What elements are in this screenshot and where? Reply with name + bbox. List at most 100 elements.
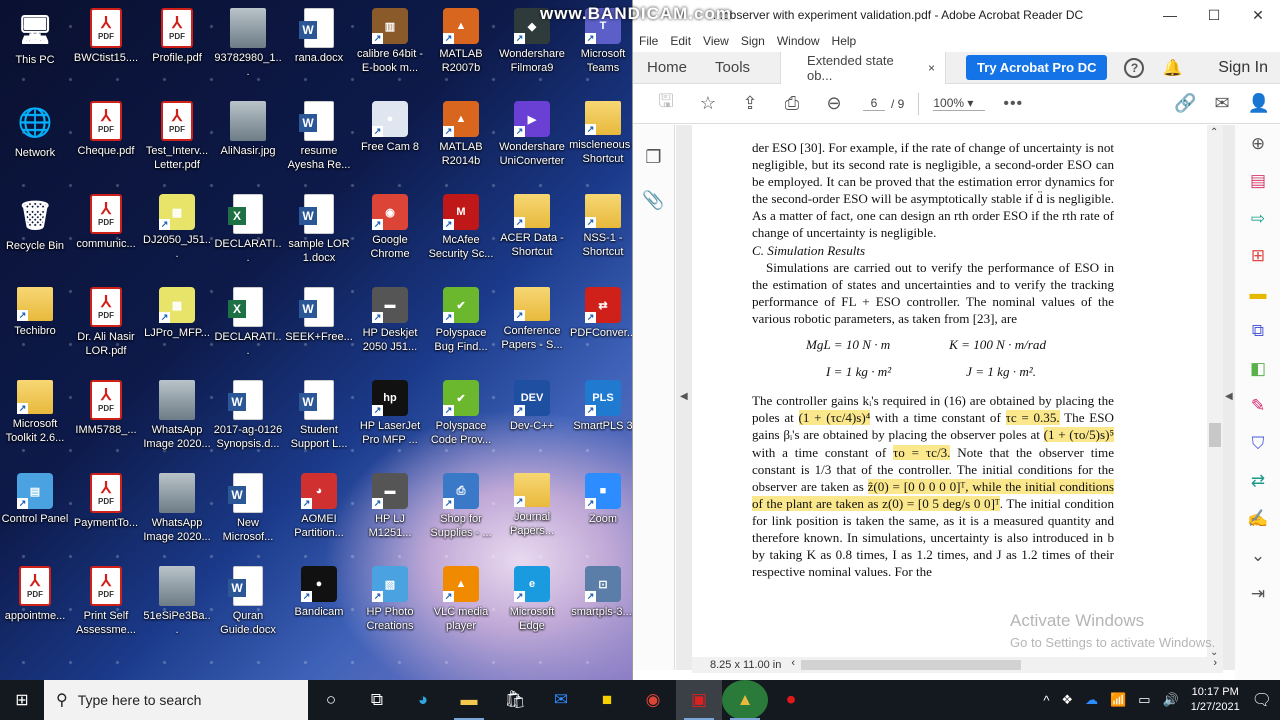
desktop-icon[interactable]: Conference Papers - S... (497, 285, 567, 378)
desktop-icon[interactable]: Journal Papers... (497, 471, 567, 564)
minimize-button[interactable]: — (1148, 0, 1192, 30)
desktop-icon[interactable]: ⅄ PDF Dr. Ali Nasir LOR.pdf (71, 285, 141, 378)
desktop-icon[interactable]: WhatsApp Image 2020... (142, 378, 212, 471)
desktop-icon[interactable]: NSS-1 - Shortcut (568, 192, 632, 285)
desktop-icon[interactable]: SEEK+Free... (284, 285, 354, 378)
collapse-pane-icon[interactable]: ⇥ (1235, 575, 1280, 613)
zoom-tool-icon[interactable]: ⊕ (1235, 125, 1280, 163)
notification-bell-icon[interactable]: 🔔 (1162, 58, 1182, 78)
organize-pages-icon[interactable]: ▤ (1235, 163, 1280, 201)
help-icon[interactable]: ? (1124, 57, 1145, 78)
tab-home[interactable]: Home (633, 59, 701, 76)
desktop-icon[interactable]: ▤ Control Panel (0, 471, 70, 564)
sticky-notes-icon[interactable]: ■ (584, 680, 630, 720)
volume-icon[interactable]: 🔊 (1163, 692, 1179, 708)
highlighted-text[interactable]: (1 + (τo/5)s)⁵ (1043, 427, 1115, 443)
scroll-thumb[interactable] (1209, 423, 1221, 447)
desktop-icon[interactable]: rana.docx (284, 6, 354, 99)
desktop-icon[interactable]: sample LOR 1.docx (284, 192, 354, 285)
highlighted-text[interactable]: (1 + (τc/4)s)⁴ (798, 410, 871, 426)
desktop-icon[interactable]: ⅄ PDF Test_Interv... Letter.pdf (142, 99, 212, 192)
close-tab-icon[interactable]: × (928, 61, 935, 75)
desktop-icon[interactable]: ACER Data - Shortcut (497, 192, 567, 285)
desktop-icon[interactable]: DEV Dev-C++ (497, 378, 567, 471)
action-center-icon[interactable]: 🗨 (1252, 690, 1272, 710)
desktop-icon[interactable]: ◉ Google Chrome (355, 192, 425, 285)
desktop-icon[interactable]: ✔ Polyspace Bug Find... (426, 285, 496, 378)
desktop-icon[interactable]: resume Ayesha Re... (284, 99, 354, 192)
desktop-icon[interactable]: Microsoft Toolkit 2.6... (0, 378, 70, 471)
desktop-icon[interactable]: ⇄ PDFConver... (568, 285, 632, 378)
desktop-icon[interactable]: 🌐 Network (0, 99, 70, 192)
desktop-icon[interactable]: ⅄ PDF Profile.pdf (142, 6, 212, 99)
save-icon[interactable]: 🖫 (645, 89, 687, 119)
menu-window[interactable]: Window (777, 34, 820, 48)
desktop-icon[interactable]: 🗑 Recycle Bin (0, 192, 70, 285)
desktop-icon[interactable]: ▬ HP LJ M1251... (355, 471, 425, 564)
horizontal-scroll-thumb[interactable] (801, 660, 1022, 670)
desktop-icon[interactable]: ⅄ PDF appointme... (0, 564, 70, 657)
export-pdf-icon[interactable]: ⇨ (1235, 200, 1280, 238)
desktop-icon[interactable]: ✔ Polyspace Code Prov... (426, 378, 496, 471)
desktop-icon[interactable]: Student Support L... (284, 378, 354, 471)
desktop-icon[interactable]: hp HP LaserJet Pro MFP ... (355, 378, 425, 471)
battery-icon[interactable]: ▭ (1138, 692, 1150, 708)
current-page-input[interactable]: 6 (863, 96, 885, 111)
mail-icon[interactable]: ✉ (538, 680, 584, 720)
send-review-icon[interactable]: ⇄ (1235, 463, 1280, 501)
more-tools-chevron-icon[interactable]: ⌄ (1235, 538, 1280, 576)
onedrive-cloud-icon[interactable]: ☁ (1085, 692, 1098, 708)
scroll-left-icon[interactable]: ‹ (791, 657, 795, 669)
show-hidden-icons-chevron[interactable]: ^ (1043, 693, 1049, 708)
menu-file[interactable]: File (639, 34, 658, 48)
desktop-icon[interactable]: ⎙ Shop for Supplies - ... (426, 471, 496, 564)
desktop-icon[interactable]: ▬ HP Deskjet 2050 J51... (355, 285, 425, 378)
file-explorer-icon[interactable]: ▬ (446, 680, 492, 720)
highlighted-text[interactable]: τc = 0.35. (1005, 410, 1060, 426)
clock[interactable]: 10:17 PM 1/27/2021 (1191, 685, 1240, 715)
desktop-icon[interactable]: e Microsoft Edge (497, 564, 567, 657)
scroll-up-icon[interactable]: ⌃ (1210, 127, 1218, 138)
desktop-icon[interactable]: ■ Zoom (568, 471, 632, 564)
more-options-icon[interactable]: ••• (1003, 95, 1023, 113)
desktop-icon[interactable]: ▦ DJ2050_J51... (142, 192, 212, 285)
attachments-paperclip-icon[interactable]: 📎 (633, 190, 674, 211)
add-user-icon[interactable]: 👤 (1248, 93, 1270, 114)
task-view-icon[interactable]: ⧉ (354, 680, 400, 720)
protect-shield-icon[interactable]: ⛉ (1235, 425, 1280, 463)
desktop-icon[interactable]: M McAfee Security Sc... (426, 192, 496, 285)
desktop-icon[interactable]: ⅄ PDF communic... (71, 192, 141, 285)
desktop-icon[interactable]: WhatsApp Image 2020... (142, 471, 212, 564)
share-link-icon[interactable]: 🔗 (1174, 93, 1196, 114)
desktop-icon[interactable]: 51eSiPe3Ba... (142, 564, 212, 657)
zoom-level-select[interactable]: 100% ▾ (933, 96, 986, 111)
scroll-right-icon[interactable]: › (1213, 657, 1217, 669)
tab-tools[interactable]: Tools (701, 59, 764, 76)
vertical-scrollbar[interactable]: ⌃ ⌄ (1207, 125, 1223, 660)
bookmark-star-icon[interactable]: ☆ (687, 93, 729, 114)
close-button[interactable]: ✕ (1236, 0, 1280, 30)
desktop-icon[interactable]: AliNasir.jpg (213, 99, 283, 192)
comment-icon[interactable]: ▬ (1235, 275, 1280, 313)
desktop-icon[interactable]: Techibro (0, 285, 70, 378)
desktop-icon[interactable]: ⊡ smartpls-3.... (568, 564, 632, 657)
desktop-icon[interactable]: ▦ LJPro_MFP... (142, 285, 212, 378)
wifi-icon[interactable]: 📶 (1110, 692, 1126, 708)
desktop-icon[interactable]: ▲ MATLAB R2007b (426, 6, 496, 99)
desktop-icon[interactable]: ● Bandicam (284, 564, 354, 657)
menu-sign[interactable]: Sign (741, 34, 765, 48)
desktop-icon[interactable]: 93782980_1... (213, 6, 283, 99)
desktop-icon[interactable]: ▧ HP Photo Creations (355, 564, 425, 657)
tab-document[interactable]: Extended state ob... × (780, 51, 947, 84)
desktop-icon[interactable]: ▶ Wondershare UniConverter (497, 99, 567, 192)
desktop-icon[interactable]: PLS SmartPLS 3 (568, 378, 632, 471)
page-thumbnails-icon[interactable]: ❐ (633, 147, 674, 168)
desktop-icon[interactable]: DECLARATI... (213, 192, 283, 285)
desktop-icon[interactable]: ▥ calibre 64bit - E-book m... (355, 6, 425, 99)
maximize-button[interactable]: ☐ (1192, 0, 1236, 30)
cortana-icon[interactable]: ○ (308, 680, 354, 720)
desktop-icon[interactable]: New Microsof... (213, 471, 283, 564)
create-pdf-icon[interactable]: ⊞ (1235, 238, 1280, 276)
horizontal-scrollbar[interactable]: ‹ › (791, 657, 1223, 671)
fill-sign-icon[interactable]: ✎ (1235, 388, 1280, 426)
